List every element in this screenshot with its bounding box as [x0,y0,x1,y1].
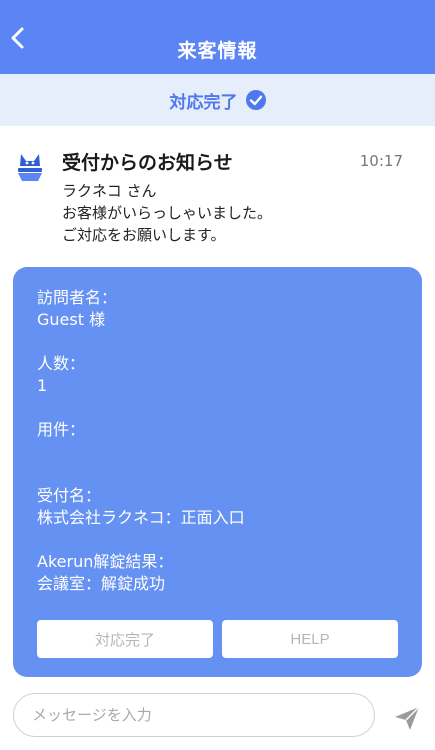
visitor-count-field: 人数： 1 [37,353,85,397]
notice-line: ご対応をお願いします。 [62,226,226,244]
mark-done-button[interactable]: 対応完了 [37,620,213,658]
reception-value: 株式会社ラクネコ：正面入口 [37,508,245,527]
notice-line: ラクネコ さん [62,182,157,200]
reception-field: 受付名： 株式会社ラクネコ：正面入口 [37,485,245,529]
help-button[interactable]: HELP [222,620,398,658]
reception-label: 受付名： [37,486,102,505]
notice-title: 受付からのお知らせ [62,152,233,174]
visitor-info-card: 訪問者名： Guest 様 人数： 1 用件： 受付名： 株式会社ラクネコ：正面… [13,267,422,677]
lock-result-field: Akerun解錠結果： 会議室：解錠成功 [37,551,173,595]
check-circle-icon [245,90,266,110]
visitor-count-value: 1 [37,376,48,395]
message-input[interactable] [13,693,375,737]
notice-line: お客様がいらっしゃいました。 [62,204,273,222]
visitor-name-label: 訪問者名： [37,288,118,307]
cat-logo-icon [18,154,42,181]
notice-body: ラクネコ さん お客様がいらっしゃいました。 ご対応をお願いします。 [62,180,272,246]
purpose-label: 用件： [37,420,86,439]
lock-result-value: 会議室：解錠成功 [37,574,166,593]
paper-plane-icon[interactable] [393,704,421,732]
visitor-name-field: 訪問者名： Guest 様 [37,287,117,331]
notice-time: 10:17 [359,152,403,170]
lock-result-label: Akerun解錠結果： [37,552,174,571]
visitor-count-label: 人数： [37,354,86,373]
purpose-field: 用件： [37,419,85,441]
status-banner: 対応完了 [0,74,435,126]
app-header: 来客情報 [0,0,435,74]
status-label: 対応完了 [169,92,238,113]
page-title: 来客情報 [177,40,258,62]
visitor-name-value: Guest 様 [37,310,106,329]
